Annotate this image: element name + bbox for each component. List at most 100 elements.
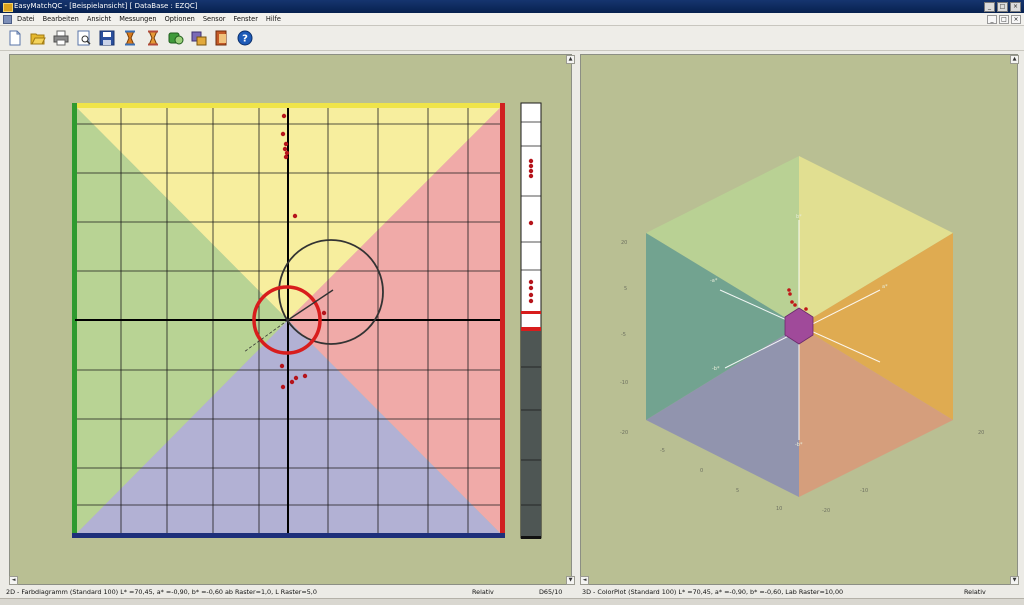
plot-point <box>788 292 792 296</box>
svg-text:10: 10 <box>776 506 782 512</box>
minimize-button[interactable]: _ <box>984 2 995 12</box>
lightness-point <box>528 168 534 174</box>
svg-text:20: 20 <box>978 430 984 436</box>
print-icon <box>53 30 69 46</box>
window-title: EasyMatchQC - [Beispielansicht] [ DataBa… <box>14 2 198 10</box>
sample-point <box>321 310 327 316</box>
sample-point <box>283 141 289 147</box>
maximize-button[interactable]: □ <box>997 2 1008 12</box>
lightness-point <box>528 285 534 291</box>
sample-point <box>283 154 289 160</box>
color-diagram-pane <box>9 54 572 585</box>
yellow-border <box>72 103 505 108</box>
lightness-point <box>528 173 534 179</box>
left-tick-labels: 20 5 -5 -10 -20 <box>620 240 628 436</box>
axis-minus-b-label: -b* <box>712 366 720 372</box>
settings-icon <box>191 31 207 46</box>
new-button[interactable] <box>6 29 24 47</box>
scroll-down-button[interactable]: ▼ <box>566 576 575 585</box>
svg-text:-20: -20 <box>620 430 628 436</box>
plot-point <box>790 300 794 304</box>
measure-standard-icon <box>125 30 135 46</box>
save-button[interactable] <box>98 29 116 47</box>
plot-point <box>804 307 808 311</box>
close-button[interactable]: × <box>1010 2 1021 12</box>
axis-b-label: b* <box>796 214 802 220</box>
sample-point <box>280 131 286 137</box>
print-button[interactable] <box>52 29 70 47</box>
open-button[interactable] <box>29 29 47 47</box>
svg-text:-10: -10 <box>620 380 628 386</box>
svg-text:-20: -20 <box>822 508 830 514</box>
svg-text:-10: -10 <box>860 488 868 494</box>
document-icon[interactable] <box>3 15 12 24</box>
measure-sample-icon <box>148 30 158 46</box>
lightness-point <box>528 298 534 304</box>
svg-text:20: 20 <box>621 240 627 246</box>
axis-l-label: -b* <box>795 442 803 448</box>
lightness-point <box>528 279 534 285</box>
sample-point <box>282 146 288 152</box>
help-button[interactable]: ? <box>236 29 254 47</box>
svg-text:-5: -5 <box>660 448 665 454</box>
sensor-button[interactable] <box>167 29 185 47</box>
print-preview-icon <box>77 30 91 46</box>
menu-datei[interactable]: Datei <box>17 13 35 25</box>
plot-point <box>793 303 797 307</box>
sample-point <box>284 150 290 156</box>
axis-a-label: a* <box>882 284 888 290</box>
right-scroll-down-button[interactable]: ▼ <box>1010 576 1019 585</box>
menu-bar: Datei Bearbeiten Ansicht Messungen Optio… <box>0 13 1024 26</box>
right-status-description: 3D - ColorPlot (Standard 100) L* =70,45,… <box>582 588 844 596</box>
measure-sample-button[interactable] <box>144 29 162 47</box>
svg-text:?: ? <box>242 34 248 45</box>
help-icon: ? <box>237 30 253 46</box>
svg-text:0: 0 <box>700 468 703 474</box>
export-icon <box>215 30 227 46</box>
sample-point <box>292 213 298 219</box>
settings-button[interactable] <box>190 29 208 47</box>
title-bar: EasyMatchQC - [Beispielansicht] [ DataBa… <box>0 0 1024 13</box>
open-folder-icon <box>30 33 46 45</box>
right-scroll-left-button[interactable]: ◄ <box>580 576 589 585</box>
menu-bearbeiten[interactable]: Bearbeiten <box>43 13 79 25</box>
scroll-left-button[interactable]: ◄ <box>9 576 18 585</box>
sample-point <box>302 373 308 379</box>
svg-text:5: 5 <box>624 286 627 292</box>
measure-standard-button[interactable] <box>121 29 139 47</box>
svg-text:-5: -5 <box>621 332 626 338</box>
plot-point <box>787 288 791 292</box>
menu-optionen[interactable]: Optionen <box>165 13 195 25</box>
sample-point <box>289 379 295 385</box>
sample-point <box>280 384 286 390</box>
sample-point <box>293 375 299 381</box>
menu-hilfe[interactable]: Hilfe <box>266 13 281 25</box>
scroll-up-button[interactable]: ▲ <box>566 55 575 64</box>
sensor-icon <box>168 32 184 45</box>
right-status-mode: Relativ <box>964 588 986 596</box>
menu-items: Datei Bearbeiten Ansicht Messungen Optio… <box>17 13 281 25</box>
document-window-controls: _ □ × <box>987 15 1021 24</box>
sample-point <box>281 113 287 119</box>
lightness-point <box>528 163 534 169</box>
menu-messungen[interactable]: Messungen <box>119 13 156 25</box>
doc-minimize-button[interactable]: _ <box>987 15 997 24</box>
menu-ansicht[interactable]: Ansicht <box>87 13 111 25</box>
print-preview-button[interactable] <box>75 29 93 47</box>
lightness-point <box>528 292 534 298</box>
menu-fenster[interactable]: Fenster <box>233 13 257 25</box>
color-diagram-canvas[interactable] <box>9 54 572 585</box>
menu-sensor[interactable]: Sensor <box>203 13 226 25</box>
lightness-point <box>528 220 534 226</box>
export-button[interactable] <box>213 29 231 47</box>
color-plot-3d-canvas[interactable]: a* b* -a* -b* -b* 20 5 -5 -10 -20 -5 0 5… <box>580 54 1018 585</box>
doc-restore-button[interactable]: □ <box>999 15 1009 24</box>
left-status-description: 2D - Farbdiagramm (Standard 100) L* =70,… <box>6 588 317 596</box>
axis-minus-a-label: -a* <box>710 278 718 284</box>
doc-close-button[interactable]: × <box>1011 15 1021 24</box>
right-scroll-up-button[interactable]: ▲ <box>1010 55 1019 64</box>
lightness-point <box>528 158 534 164</box>
sample-point <box>279 363 285 369</box>
new-icon <box>9 30 21 46</box>
left-status-mode: Relativ <box>472 588 494 596</box>
